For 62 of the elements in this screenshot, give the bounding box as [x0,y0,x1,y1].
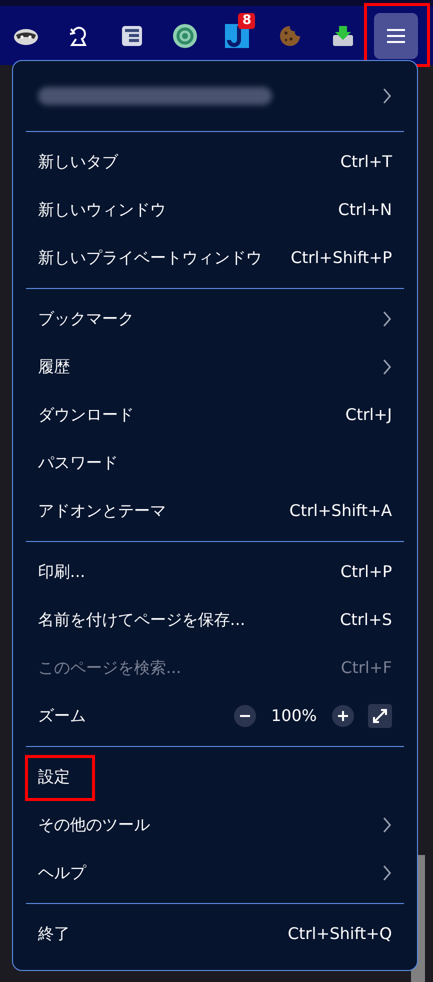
menu-item[interactable]: 新しいタブ Ctrl+T [26,138,404,186]
menu-item[interactable]: ブックマーク [26,295,404,343]
zoom-out-button[interactable] [234,705,256,727]
menu-item[interactable]: パスワード [26,439,404,487]
menu-item[interactable]: その他のツール [26,801,404,849]
item-label: 新しいプライベートウィンドウ [38,247,262,269]
item-label: アドオンとテーマ [38,500,166,522]
menu-item[interactable]: 新しいプライベートウィンドウ Ctrl+Shift+P [26,234,404,282]
notification-badge: 8 [238,12,256,28]
shortcut-text: Ctrl+N [338,199,392,221]
item-label: パスワード [38,452,118,474]
shortcut-text: Ctrl+S [340,609,392,631]
toolbar-button[interactable] [374,12,418,58]
item-label: ダウンロード [38,404,134,426]
item-label: ズーム [38,705,86,727]
shortcut-text: Ctrl+F [340,657,392,679]
item-label: 履歴 [38,356,70,378]
item-label: 新しいタブ [38,151,118,173]
item-label: 名前を付けてページを保存... [38,609,246,631]
menu-item[interactable]: ヘルプ [26,849,404,897]
shortcut-text: Ctrl+Shift+P [290,247,392,269]
shortcut-text: Ctrl+T [340,151,392,173]
hook-icon [225,24,250,48]
item-label: 印刷... [38,561,86,583]
item-label: その他のツール [38,814,150,836]
fullscreen-button[interactable] [368,704,392,728]
item-label: 設定 [38,766,70,788]
expand-arrows-icon [372,708,388,724]
item-label: ブックマーク [38,308,134,330]
chevron-right-icon [382,310,392,328]
item-label: 新しいウィンドウ [38,199,166,221]
menu-item[interactable]: ダウンロード Ctrl+J [26,391,404,439]
menu-icon [386,28,406,44]
shortcut-text: Ctrl+Shift+A [289,500,392,522]
chevron-right-icon [382,358,392,376]
shortcut-text: Ctrl+J [345,404,392,426]
panel-icon [120,24,143,46]
zoom-level: 100% [270,705,318,727]
chevron-right-icon [382,864,392,882]
zoom-in-button[interactable] [332,705,354,727]
toolbar-button[interactable]: 8 [215,12,260,58]
cookie-icon [279,24,302,46]
download-tray-icon [332,24,354,46]
shortcut-text: Ctrl+P [340,561,392,583]
menu-item[interactable]: 履歴 [26,343,404,391]
menu-item[interactable]: 終了 Ctrl+Shift+Q [26,910,404,958]
item-label: 終了 [38,923,70,945]
ring-icon [172,24,197,48]
menu-item[interactable]: 設定 [26,753,404,801]
chevron-right-icon [382,816,392,834]
minus-icon [240,715,250,717]
menu-item[interactable]: 新しいウィンドウ Ctrl+N [26,186,404,234]
item-label: このページを検索... [38,657,182,679]
plus-icon [338,711,348,721]
chevron-right-icon [382,87,392,105]
item-label: ヘルプ [38,862,86,884]
menu-item[interactable]: 印刷... Ctrl+P [26,548,404,596]
menu-item[interactable]: 名前を付けてページを保存... Ctrl+S [26,596,404,644]
menu-item[interactable]: ズーム 100% [26,692,404,740]
highlight-frame [25,755,95,801]
menu-item[interactable]: アドオンとテーマ Ctrl+Shift+A [26,487,404,535]
shortcut-text: Ctrl+Shift+Q [288,923,392,945]
